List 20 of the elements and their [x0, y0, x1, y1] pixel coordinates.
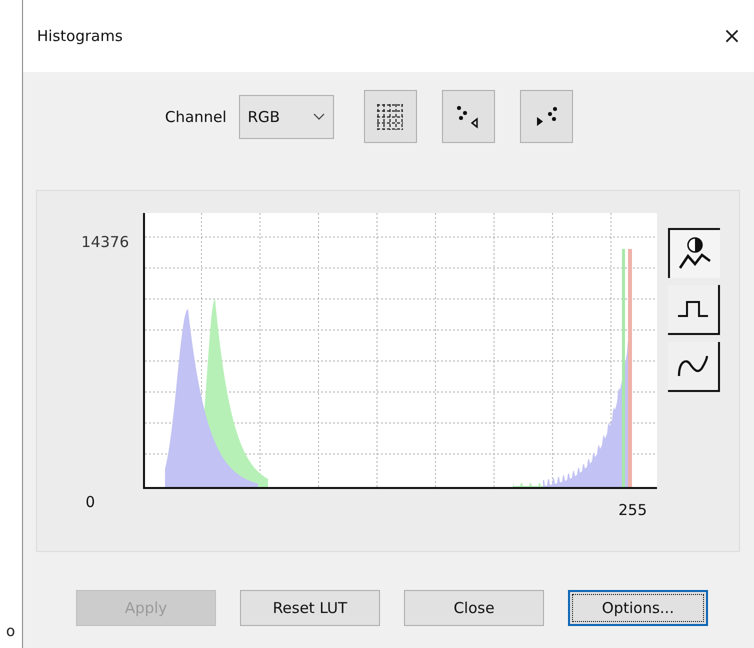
- dialog-button[interactable]: Reset LUT: [240, 590, 380, 626]
- chevron-icon: [312, 112, 325, 120]
- mode-button[interactable]: [668, 285, 720, 335]
- channel-dropdown[interactable]: RGB: [238, 94, 334, 138]
- mode-button[interactable]: [668, 228, 720, 278]
- x-axis-max-label: 255: [618, 501, 647, 521]
- channel-label: Channel: [165, 108, 227, 126]
- grid-icon: [375, 102, 406, 132]
- mode-button[interactable]: [668, 342, 720, 392]
- y-axis-min-label: 0: [85, 493, 95, 511]
- pulse-icon: [676, 298, 710, 320]
- stray-mark: o: [6, 622, 16, 640]
- dialog-button[interactable]: Close: [404, 590, 544, 626]
- close-button[interactable]: ×: [712, 24, 752, 48]
- view-button[interactable]: [442, 90, 495, 143]
- view-button[interactable]: [520, 90, 573, 143]
- dialog-button[interactable]: Options...: [568, 590, 708, 626]
- window-title: Histograms: [37, 27, 123, 45]
- y-axis-max-label: 14376: [81, 233, 129, 251]
- view-button[interactable]: [364, 90, 417, 143]
